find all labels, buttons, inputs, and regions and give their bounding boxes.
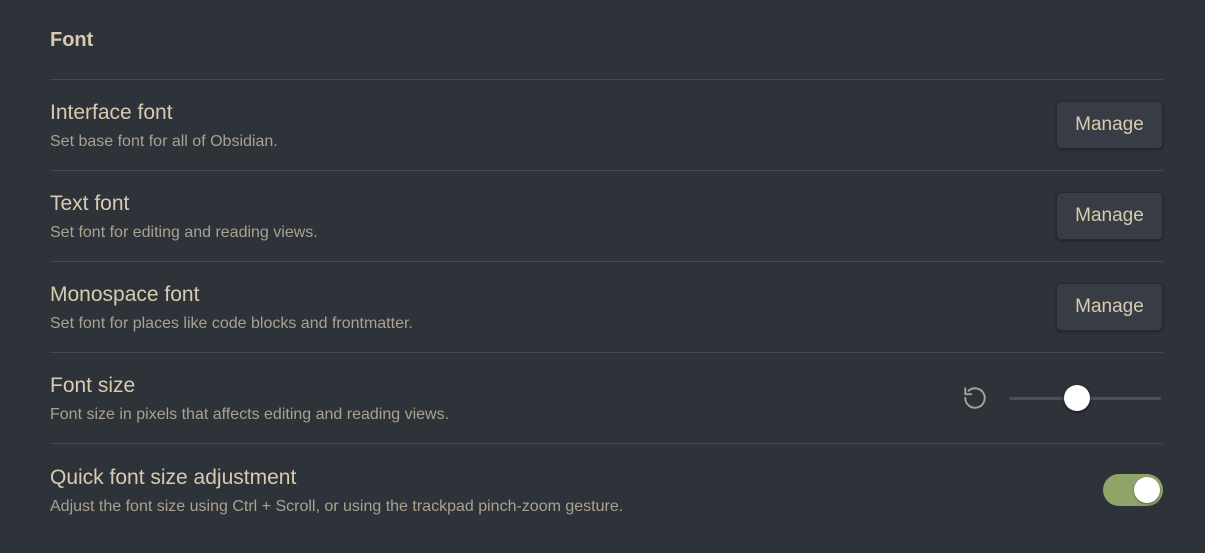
slider-thumb[interactable] — [1064, 385, 1091, 411]
setting-control: Manage — [1056, 101, 1163, 149]
setting-description: Adjust the font size using Ctrl + Scroll… — [50, 497, 624, 515]
quick-font-size-toggle[interactable] — [1103, 473, 1163, 506]
setting-info: Monospace font Set font for places like … — [50, 280, 413, 334]
setting-name: Interface font — [50, 101, 173, 124]
setting-font-size: Font size Font size in pixels that affec… — [50, 353, 1163, 444]
reset-icon[interactable] — [961, 384, 989, 412]
setting-control: Manage — [1056, 283, 1163, 331]
setting-info: Interface font Set base font for all of … — [50, 98, 278, 152]
setting-text-font: Text font Set font for editing and readi… — [50, 171, 1163, 262]
setting-monospace-font: Monospace font Set font for places like … — [50, 262, 1163, 353]
setting-name: Text font — [50, 192, 130, 215]
setting-control — [1103, 473, 1163, 506]
setting-info: Quick font size adjustment Adjust the fo… — [50, 463, 623, 517]
setting-interface-font: Interface font Set base font for all of … — [50, 80, 1163, 171]
setting-description: Set font for editing and reading views. — [50, 224, 318, 241]
setting-description: Font size in pixels that affects editing… — [50, 406, 450, 423]
setting-name: Monospace font — [50, 283, 200, 306]
setting-description: Set base font for all of Obsidian. — [50, 133, 278, 150]
setting-quick-font-size-adjustment: Quick font size adjustment Adjust the fo… — [50, 444, 1163, 535]
setting-name: Font size — [50, 374, 136, 397]
setting-control: Manage — [1056, 192, 1163, 240]
manage-monospace-font-button[interactable]: Manage — [1056, 283, 1163, 331]
setting-name: Quick font size adjustment — [50, 465, 297, 489]
setting-control — [961, 383, 1163, 413]
setting-info: Text font Set font for editing and readi… — [50, 189, 318, 243]
font-size-slider[interactable] — [1009, 383, 1161, 413]
manage-text-font-button[interactable]: Manage — [1056, 192, 1163, 240]
section-title: Font — [50, 0, 1163, 80]
font-settings-panel: Font Interface font Set base font for al… — [50, 0, 1163, 535]
setting-info: Font size Font size in pixels that affec… — [50, 371, 449, 425]
toggle-knob — [1134, 476, 1160, 503]
setting-description: Set font for places like code blocks and… — [50, 315, 413, 332]
manage-interface-font-button[interactable]: Manage — [1056, 101, 1163, 149]
